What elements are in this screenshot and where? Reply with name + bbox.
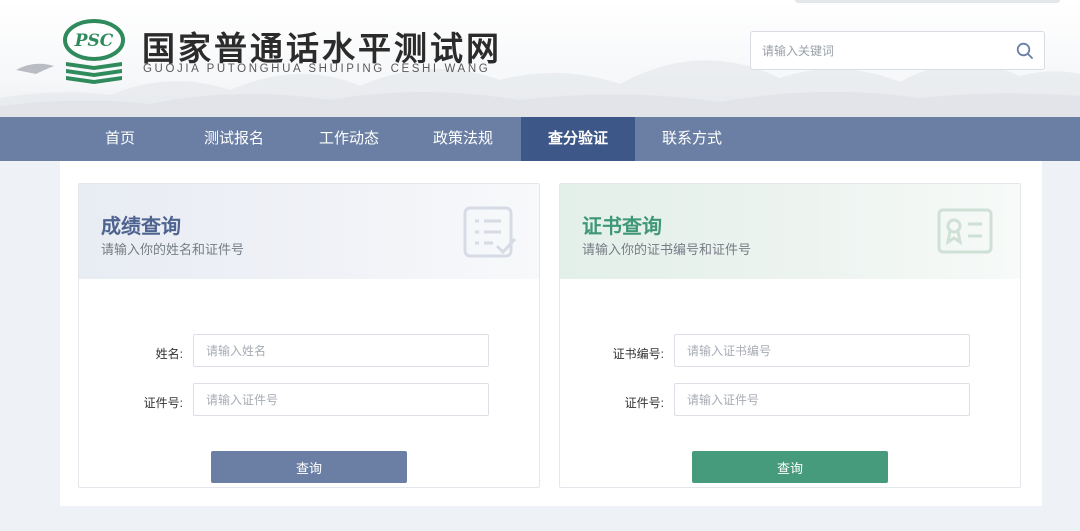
cert-query-title: 证书查询 xyxy=(582,216,662,238)
score-query-card: 成绩查询 请输入你的姓名和证件号 姓名: 证件号: 查询 xyxy=(78,183,540,488)
site-pinyin: GUOJIA PUTONGHUA SHUIPING CESHI WANG xyxy=(143,63,491,75)
nav-item-policy[interactable]: 政策法规 xyxy=(425,117,501,161)
psc-logo[interactable]: PSC xyxy=(14,16,130,88)
score-query-header: 成绩查询 请输入你的姓名和证件号 xyxy=(79,184,539,279)
score-id-input[interactable] xyxy=(193,383,489,416)
cert-id-label: 证件号: xyxy=(624,396,664,410)
score-id-label: 证件号: xyxy=(143,396,183,410)
name-label: 姓名: xyxy=(155,347,183,361)
cert-id-input[interactable] xyxy=(674,383,970,416)
score-query-title: 成绩查询 xyxy=(101,216,181,238)
search-box xyxy=(750,31,1045,70)
cert-query-button[interactable]: 查询 xyxy=(692,451,888,483)
top-decor-strip xyxy=(795,0,1060,3)
search-icon[interactable] xyxy=(1016,42,1034,60)
certificate-icon xyxy=(937,208,993,254)
nav-item-contact[interactable]: 联系方式 xyxy=(654,117,730,161)
checklist-icon xyxy=(463,206,517,258)
name-input[interactable] xyxy=(193,334,489,367)
cert-query-subtitle: 请输入你的证书编号和证件号 xyxy=(582,242,752,257)
score-query-button[interactable]: 查询 xyxy=(211,451,407,483)
score-query-subtitle: 请输入你的姓名和证件号 xyxy=(101,242,245,257)
main-content: 成绩查询 请输入你的姓名和证件号 姓名: 证件号: 查询 证书查询 请输入你的证… xyxy=(60,161,1042,506)
cert-number-label: 证书编号: xyxy=(612,347,664,361)
main-nav: 首页 测试报名 工作动态 政策法规 查分验证 联系方式 xyxy=(0,117,1080,161)
nav-item-score-verify[interactable]: 查分验证 xyxy=(521,117,635,161)
nav-item-news[interactable]: 工作动态 xyxy=(311,117,387,161)
svg-text:PSC: PSC xyxy=(74,31,114,51)
search-input[interactable] xyxy=(751,32,1001,69)
nav-item-registration[interactable]: 测试报名 xyxy=(196,117,272,161)
site-header: PSC 国家普通话水平测试网 GUOJIA PUTONGHUA SHUIPING… xyxy=(0,0,1080,117)
cert-number-input[interactable] xyxy=(674,334,970,367)
cert-query-card: 证书查询 请输入你的证书编号和证件号 证书编号: 证件号: 查询 xyxy=(559,183,1021,488)
nav-item-home[interactable]: 首页 xyxy=(82,117,158,161)
cert-query-header: 证书查询 请输入你的证书编号和证件号 xyxy=(560,184,1020,279)
